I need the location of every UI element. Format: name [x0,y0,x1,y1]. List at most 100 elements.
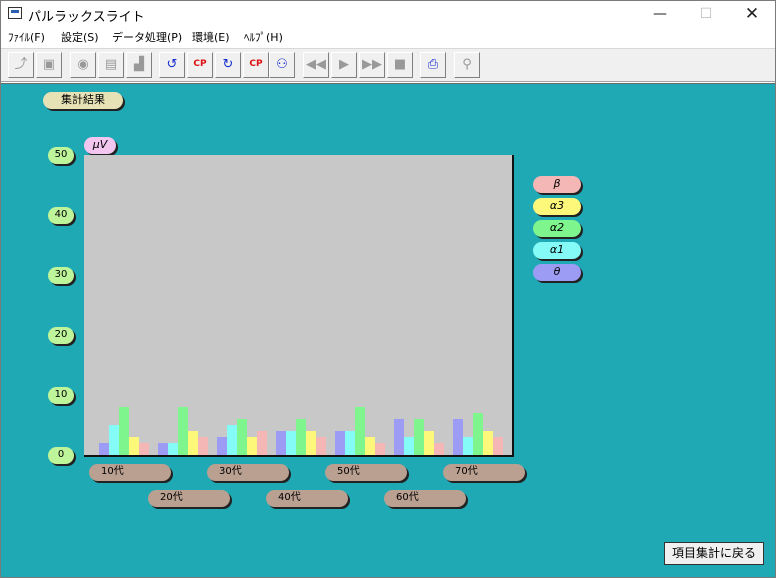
return-arrow-button[interactable]: ↺ [159,52,185,78]
user-profile-icon: ◉ [77,57,89,72]
unit-label: μV [84,137,116,154]
cp-refresh-icon: CP [249,59,263,69]
x-category-60s: 60代 [384,490,466,507]
save-disk-button[interactable]: ▣ [36,52,62,78]
bar-alpha3-2 [247,437,257,455]
maximize-button[interactable]: ☐ [683,1,729,27]
bar-alpha1-6 [463,437,473,455]
y-tick-50: 50 [48,147,74,164]
bar-beta-0 [139,443,149,455]
printer-icon: ⎙ [427,57,439,72]
open-folder-button[interactable]: ⤴ [8,52,34,78]
bar-beta-4 [375,443,385,455]
bar-alpha2-3 [296,419,306,455]
bar-alpha3-6 [483,431,493,455]
bar-alpha1-0 [109,425,119,455]
menu-environment[interactable]: 環境(E) [192,29,230,45]
bar-alpha1-1 [168,443,178,455]
bar-theta-3 [276,431,286,455]
bar-beta-5 [434,443,444,455]
stop-button[interactable]: ■ [387,52,413,78]
probe-icon: ⚲ [462,57,472,72]
fast-forward-button[interactable]: ▶▶ [359,52,385,78]
play-icon: ▶ [339,57,349,72]
measure-device-button[interactable]: ⚇ [269,52,295,78]
bar-theta-5 [394,419,404,455]
x-category-70s: 70代 [443,464,525,481]
y-tick-0: 0 [48,447,74,464]
summary-title: 集計結果 [43,92,123,109]
bar-alpha3-4 [365,437,375,455]
bar-alpha1-2 [227,425,237,455]
menu-file[interactable]: ﾌｧｲﾙ(F) [8,29,45,45]
bar-alpha3-0 [129,437,139,455]
bar-alpha2-6 [473,413,483,455]
title-bar: パルラックスライト — ☐ ✕ [1,1,775,27]
x-category-30s: 30代 [207,464,289,481]
menu-help[interactable]: ﾍﾙﾌﾟ(H) [244,29,283,45]
toolbar: ⤴ ▣ ◉ ▤ ▟ ↺ CP ↻ CP ⚇ ◀◀ ▶ ▶▶ ■ ⎙ ⚲ [1,48,775,82]
return-arrow-icon: ↺ [166,57,178,72]
legend-beta: β [533,176,581,193]
bar-theta-6 [453,419,463,455]
legend-alpha1: α1 [533,242,581,259]
bar-alpha2-2 [237,419,247,455]
back-to-item-summary-button[interactable]: 項目集計に戻る [664,542,764,565]
refresh-button[interactable]: ↻ [215,52,241,78]
x-category-40s: 40代 [266,490,348,507]
bar-alpha3-3 [306,431,316,455]
cp-button[interactable]: CP [187,52,213,78]
y-tick-40: 40 [48,207,74,224]
user-profile-button[interactable]: ◉ [70,52,96,78]
open-folder-icon: ⤴ [14,57,28,72]
bar-alpha1-5 [404,437,414,455]
bar-alpha3-1 [188,431,198,455]
x-category-50s: 50代 [325,464,407,481]
save-disk-icon: ▣ [42,57,56,72]
menu-bar: ﾌｧｲﾙ(F) 設定(S) データ処理(P) 環境(E) ﾍﾙﾌﾟ(H) [1,27,775,46]
play-button[interactable]: ▶ [331,52,357,78]
bar-beta-6 [493,437,503,455]
rewind-button[interactable]: ◀◀ [303,52,329,78]
x-category-20s: 20代 [148,490,230,507]
legend-theta: θ [533,264,581,281]
minimize-button[interactable]: — [637,1,683,27]
close-button[interactable]: ✕ [729,1,775,27]
cp-icon: CP [193,59,207,69]
histogram-button[interactable]: ▟ [126,52,152,78]
bar-alpha1-4 [345,431,355,455]
bar-alpha3-5 [424,431,434,455]
y-tick-20: 20 [48,327,74,344]
bar-beta-1 [198,437,208,455]
bar-beta-3 [316,437,326,455]
main-area: 集計結果 μV 50 40 30 20 10 0 β α3 α2 α1 θ 10… [1,83,775,577]
bar-beta-2 [257,431,267,455]
app-window: パルラックスライト — ☐ ✕ ﾌｧｲﾙ(F) 設定(S) データ処理(P) 環… [0,0,776,578]
window-title: パルラックスライト [28,10,145,25]
plot-area [84,155,514,457]
menu-data-processing[interactable]: データ処理(P) [112,29,182,45]
record-list-button[interactable]: ▤ [98,52,124,78]
probe-button[interactable]: ⚲ [454,52,480,78]
bar-theta-1 [158,443,168,455]
record-list-icon: ▤ [104,57,118,72]
legend-alpha2: α2 [533,220,581,237]
rewind-icon: ◀◀ [306,57,326,72]
x-category-10s: 10代 [89,464,171,481]
y-tick-30: 30 [48,267,74,284]
menu-settings[interactable]: 設定(S) [61,29,99,45]
bar-alpha2-4 [355,407,365,455]
printer-button[interactable]: ⎙ [420,52,446,78]
bar-theta-4 [335,431,345,455]
cp-refresh-button[interactable]: CP [243,52,269,78]
bar-alpha2-0 [119,407,129,455]
legend-alpha3: α3 [533,198,581,215]
bar-alpha2-5 [414,419,424,455]
stop-icon: ■ [393,57,407,72]
measure-device-icon: ⚇ [276,57,288,72]
bar-theta-0 [99,443,109,455]
refresh-icon: ↻ [222,57,234,72]
app-icon[interactable] [8,7,22,19]
bar-alpha2-1 [178,407,188,455]
fast-forward-icon: ▶▶ [362,57,382,72]
